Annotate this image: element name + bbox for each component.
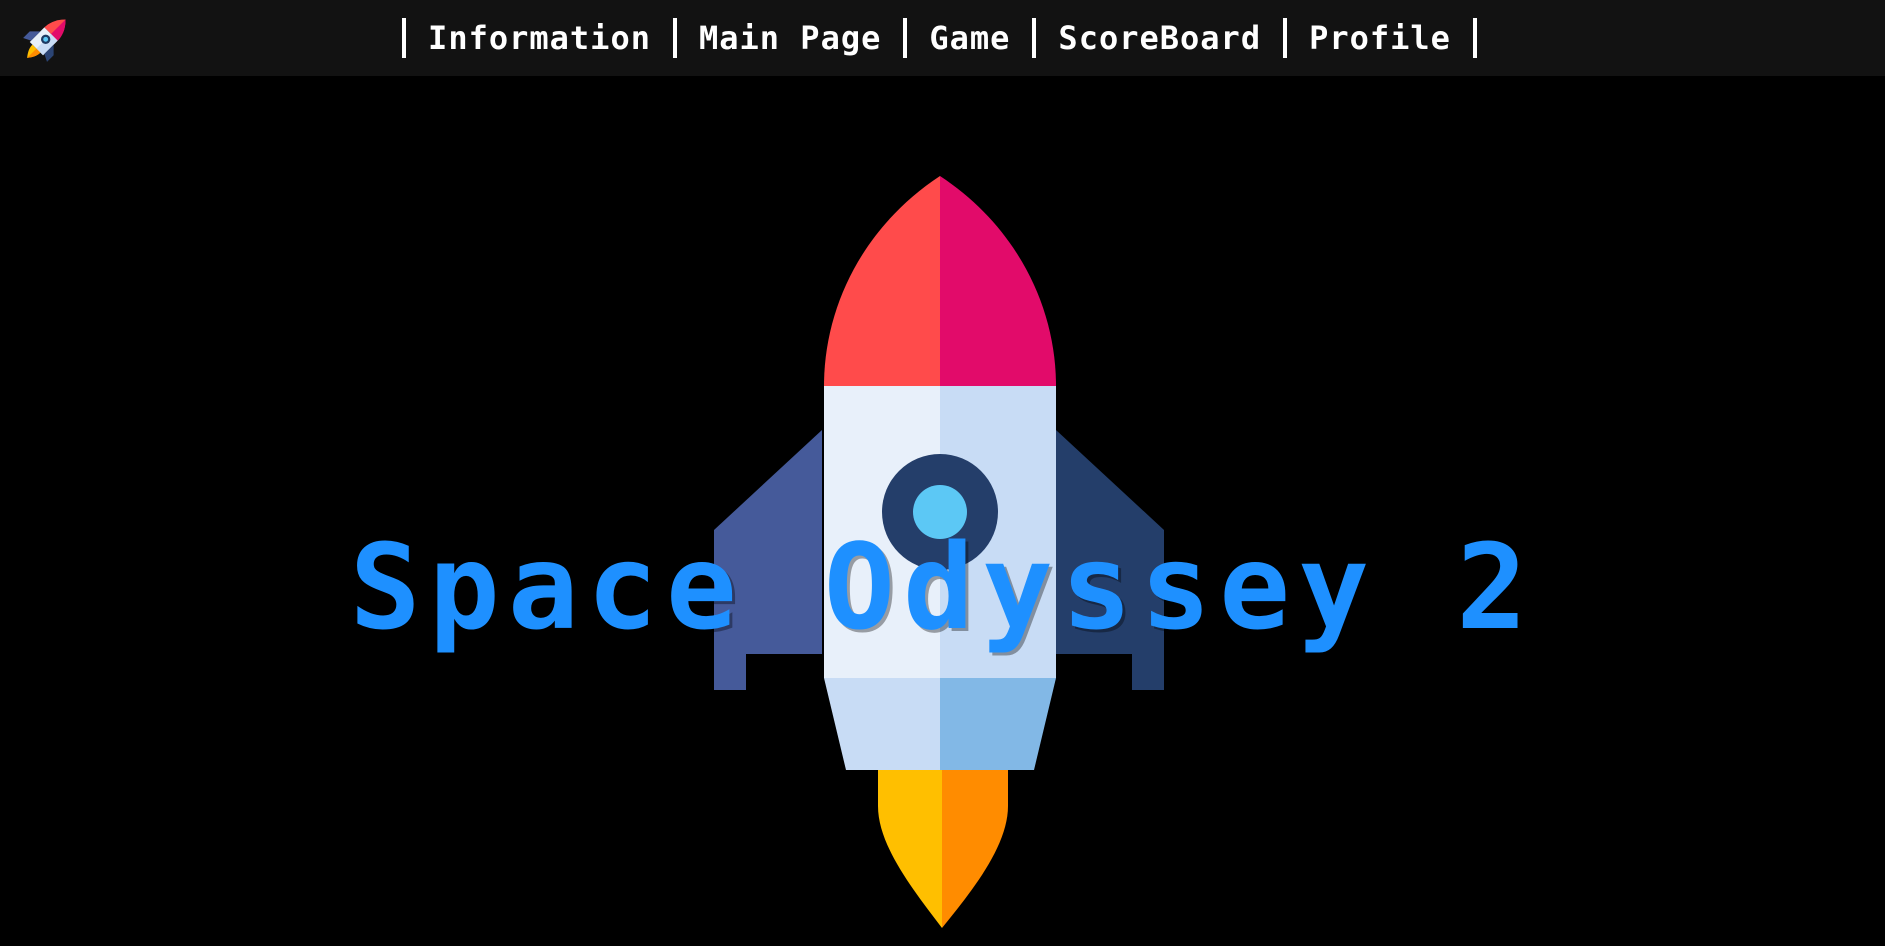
nose-cone-right [940,176,1056,386]
lower-body-right [940,678,1056,770]
main-nav: Information Main Page Game ScoreBoard Pr… [0,0,1882,76]
nav-divider [1032,18,1037,58]
nose-cone-left [824,176,940,386]
hero-section: Space Odyssey 2 [0,76,1885,946]
nav-item-scoreboard[interactable]: ScoreBoard [1058,19,1261,57]
nav-item-profile[interactable]: Profile [1309,19,1451,57]
flame-left [878,770,942,928]
nav-item-information[interactable]: Information [428,19,651,57]
game-title: Space Odyssey 2 [349,518,1536,656]
nav-divider [1283,18,1288,58]
nav-divider [1472,18,1477,58]
lower-body-left [824,678,940,770]
nav-item-game[interactable]: Game [929,19,1010,57]
flame-right [942,770,1008,928]
nav-item-main-page[interactable]: Main Page [699,19,881,57]
nav-divider [903,18,908,58]
nav-divider [402,18,407,58]
nav-divider [672,18,677,58]
top-navbar: Information Main Page Game ScoreBoard Pr… [0,0,1885,76]
